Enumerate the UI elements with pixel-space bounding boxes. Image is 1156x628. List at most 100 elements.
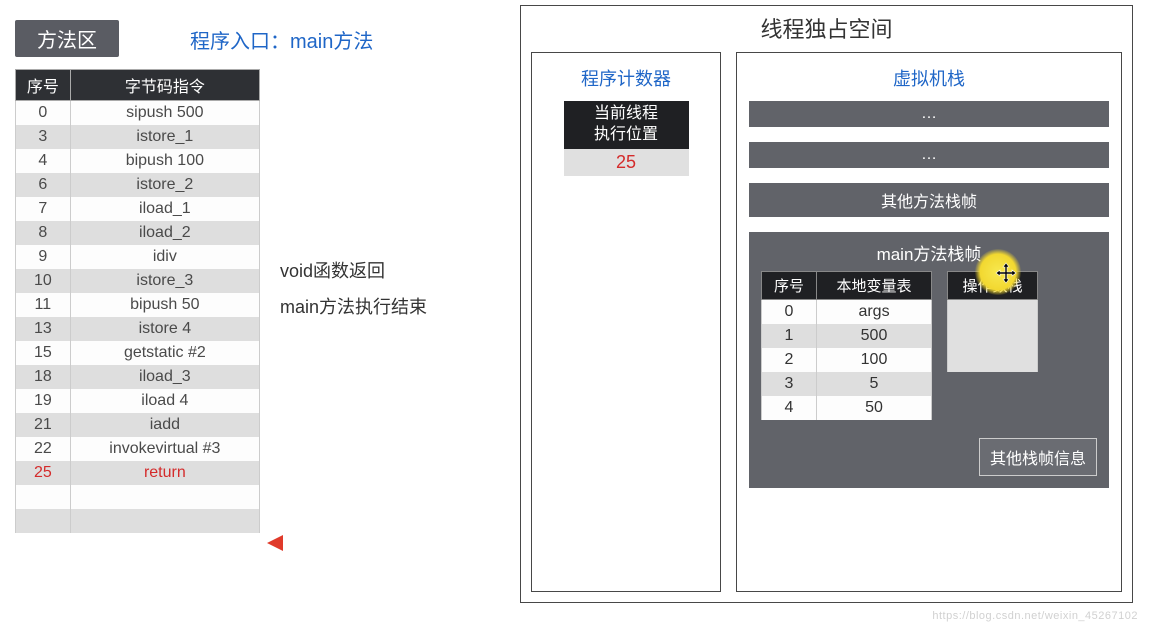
cell-index: 13 [16, 317, 71, 341]
table-row: 1500 [762, 324, 932, 348]
cell-index [16, 485, 71, 509]
table-row: 19iload 4 [16, 389, 260, 413]
cell-instruction: iload_2 [70, 221, 259, 245]
thread-columns: 程序计数器 当前线程 执行位置 25 虚拟机栈 … … 其他方法栈帧 main方… [531, 52, 1122, 592]
cell-index: 9 [16, 245, 71, 269]
cell-value: 5 [817, 372, 932, 396]
table-row: 8iload_2 [16, 221, 260, 245]
cell-instruction: bipush 50 [70, 293, 259, 317]
cell-empty [948, 348, 1038, 372]
cell-index: 7 [16, 197, 71, 221]
pc-header-line1: 当前线程 [594, 105, 658, 122]
table-row [948, 300, 1038, 324]
main-frame-title: main方法栈帧 [761, 240, 1097, 265]
bytecode-table-head: 序号 字节码指令 [16, 70, 260, 101]
cell-index: 1 [762, 324, 817, 348]
cell-instruction: invokevirtual #3 [70, 437, 259, 461]
cell-instruction: getstatic #2 [70, 341, 259, 365]
cell-index: 3 [16, 125, 71, 149]
cell-empty [948, 324, 1038, 348]
lv-header-name: 本地变量表 [817, 272, 932, 300]
table-row: 7iload_1 [16, 197, 260, 221]
cell-index: 4 [16, 149, 71, 173]
annotation-line-2: main方法执行结束 [280, 289, 427, 325]
annotation-line-1: void函数返回 [280, 253, 427, 289]
table-row: 25return [16, 461, 260, 485]
program-counter-title: 程序计数器 [540, 65, 712, 91]
table-row: 18iload_3 [16, 365, 260, 389]
cell-instruction [70, 509, 259, 533]
cell-index: 4 [762, 396, 817, 420]
cell-index: 0 [16, 101, 71, 125]
cell-index: 15 [16, 341, 71, 365]
cell-index: 19 [16, 389, 71, 413]
cell-instruction: istore_2 [70, 173, 259, 197]
thread-title: 线程独占空间 [531, 12, 1122, 44]
vm-stack-box: 虚拟机栈 … … 其他方法栈帧 main方法栈帧 序号 本地变量表 0args1… [736, 52, 1122, 592]
main-frame-row: 序号 本地变量表 0args1500210035450 操作数栈 [761, 271, 1097, 420]
stack-frame-placeholder-2: … [749, 142, 1109, 168]
table-row: 21iadd [16, 413, 260, 437]
table-row [16, 485, 260, 509]
method-area-section: 方法区 序号 字节码指令 0sipush 5003istore_14bipush… [15, 20, 260, 533]
table-row: 0args [762, 300, 932, 324]
thread-exclusive-space: 线程独占空间 程序计数器 当前线程 执行位置 25 虚拟机栈 … … 其他方法栈… [520, 5, 1133, 603]
cell-index: 25 [16, 461, 71, 485]
table-row: 4bipush 100 [16, 149, 260, 173]
table-row [948, 324, 1038, 348]
cell-value: 100 [817, 348, 932, 372]
cell-instruction: iload_3 [70, 365, 259, 389]
cell-index: 21 [16, 413, 71, 437]
current-line-marker-icon [265, 533, 285, 553]
stack-frame-placeholder-1: … [749, 101, 1109, 127]
cell-index: 10 [16, 269, 71, 293]
program-counter-value: 25 [564, 149, 689, 176]
operand-stack-body [948, 300, 1038, 372]
operand-stack-header: 操作数栈 [948, 272, 1038, 300]
table-row: 3istore_1 [16, 125, 260, 149]
table-row: 22invokevirtual #3 [16, 437, 260, 461]
operand-stack-table: 操作数栈 [947, 271, 1038, 372]
cell-instruction: iload_1 [70, 197, 259, 221]
table-row: 450 [762, 396, 932, 420]
cell-index: 3 [762, 372, 817, 396]
bytecode-table-body: 0sipush 5003istore_14bipush 1006istore_2… [16, 101, 260, 533]
cell-instruction: bipush 100 [70, 149, 259, 173]
cell-value: args [817, 300, 932, 324]
table-row [948, 348, 1038, 372]
table-row: 35 [762, 372, 932, 396]
annotation-text: void函数返回 main方法执行结束 [280, 253, 427, 325]
table-row: 10istore_3 [16, 269, 260, 293]
program-counter-box: 程序计数器 当前线程 执行位置 25 [531, 52, 721, 592]
vm-stack-title: 虚拟机栈 [749, 65, 1109, 91]
entry-point-label: 程序入口：main方法 [190, 25, 373, 54]
main-method-frame: main方法栈帧 序号 本地变量表 0args1500210035450 操作数… [749, 232, 1109, 488]
cell-instruction: iadd [70, 413, 259, 437]
other-method-frame-bar: 其他方法栈帧 [749, 183, 1109, 217]
cell-index: 22 [16, 437, 71, 461]
col-header-instruction: 字节码指令 [70, 70, 259, 101]
table-row: 15getstatic #2 [16, 341, 260, 365]
program-counter-block: 当前线程 执行位置 25 [564, 101, 689, 176]
watermark-text: https://blog.csdn.net/weixin_45267102 [932, 610, 1138, 622]
table-row [16, 509, 260, 533]
cell-index: 8 [16, 221, 71, 245]
cell-index: 2 [762, 348, 817, 372]
local-var-head: 序号 本地变量表 [762, 272, 932, 300]
cell-value: 50 [817, 396, 932, 420]
other-frame-info: 其他栈帧信息 [979, 438, 1097, 476]
table-row: 11bipush 50 [16, 293, 260, 317]
lv-header-index: 序号 [762, 272, 817, 300]
cell-index: 11 [16, 293, 71, 317]
col-header-index: 序号 [16, 70, 71, 101]
cell-instruction: istore_3 [70, 269, 259, 293]
table-row: 9idiv [16, 245, 260, 269]
table-row: 6istore_2 [16, 173, 260, 197]
cell-instruction: idiv [70, 245, 259, 269]
cell-index [16, 509, 71, 533]
cell-instruction [70, 485, 259, 509]
cell-instruction: sipush 500 [70, 101, 259, 125]
local-var-table: 序号 本地变量表 0args1500210035450 [761, 271, 932, 420]
local-var-body: 0args1500210035450 [762, 300, 932, 420]
cell-index: 18 [16, 365, 71, 389]
